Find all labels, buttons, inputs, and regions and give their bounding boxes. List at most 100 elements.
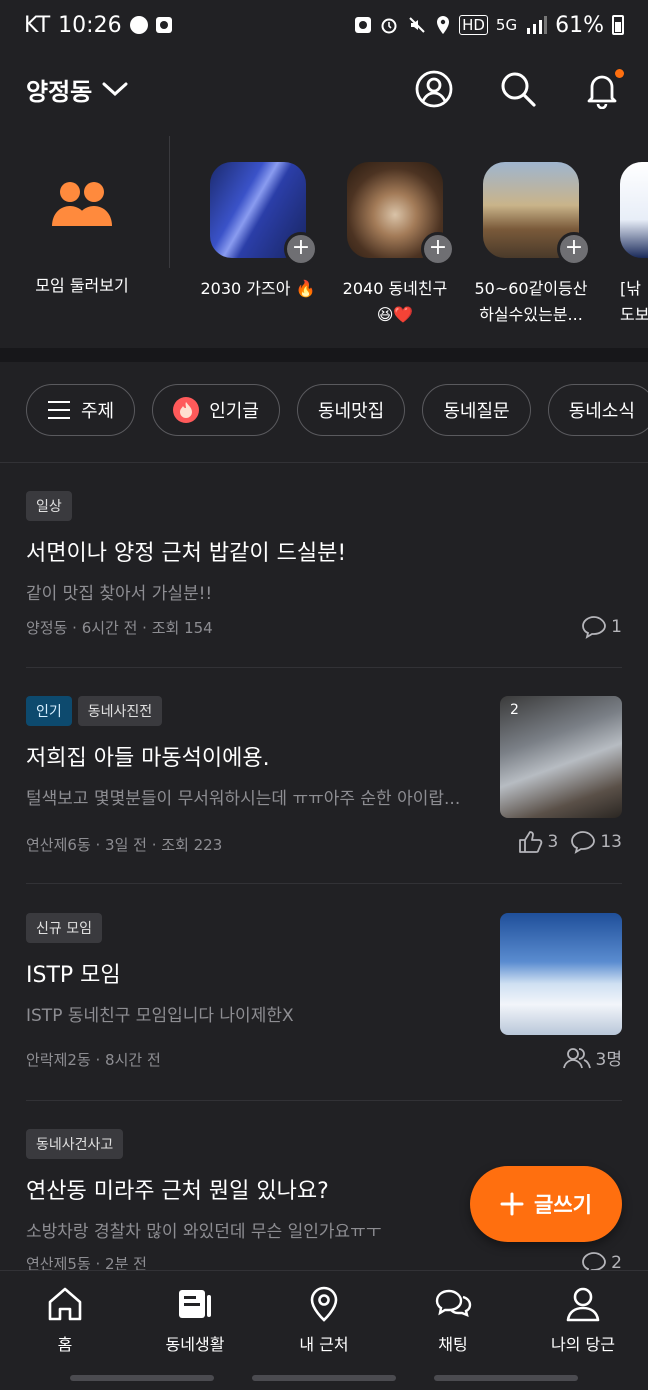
group-name: [낚 도보 xyxy=(620,279,648,324)
nav-label: 채팅 xyxy=(438,1335,468,1354)
write-post-label: 글쓰기 xyxy=(534,1193,592,1217)
add-icon: + xyxy=(284,232,318,266)
carrier-label: KT xyxy=(24,12,51,38)
chip-news[interactable]: 동네소식 xyxy=(547,384,648,436)
profile-icon xyxy=(415,70,453,108)
menu-icon xyxy=(48,401,70,419)
group-name: 2040 동네친구 😆❤️ xyxy=(342,279,448,324)
location-icon xyxy=(437,16,450,34)
write-post-button[interactable]: 글쓰기 xyxy=(470,1166,622,1242)
post-item[interactable]: 신규 모임 ISTP 모임 ISTP 동네친구 모임입니다 나이제한X 안락제2… xyxy=(26,913,622,1070)
search-button[interactable] xyxy=(498,69,538,109)
network-label: 5G xyxy=(495,16,518,34)
thumbs-up-icon xyxy=(518,831,542,853)
group-thumbnail xyxy=(620,162,648,258)
comment-count: 13 xyxy=(570,830,622,854)
comment-count-value: 13 xyxy=(600,832,622,852)
comment-count: 1 xyxy=(581,615,622,639)
nav-community[interactable]: 동네생활 xyxy=(135,1285,255,1355)
browse-groups-button[interactable]: 모임 둘러보기 xyxy=(26,176,138,296)
comment-icon xyxy=(582,1252,607,1271)
gesture-bar xyxy=(70,1375,214,1381)
person-icon xyxy=(566,1287,600,1322)
newspaper-icon xyxy=(179,1290,211,1318)
comment-count-value: 1 xyxy=(611,617,622,637)
comment-icon xyxy=(571,831,596,854)
notification-dot xyxy=(615,69,624,78)
nav-nearby[interactable]: 내 근처 xyxy=(264,1285,384,1355)
post-meta: 연산제5동 · 2분 전 xyxy=(26,1255,147,1271)
nav-label: 나의 당근 xyxy=(551,1335,615,1354)
group-name: 50~60같이등산 하실수있는분... xyxy=(474,279,588,324)
member-count-value: 3명 xyxy=(595,1050,622,1070)
chip-popular[interactable]: 인기글 xyxy=(152,384,280,436)
hd-badge: HD xyxy=(459,15,488,35)
gesture-bar xyxy=(434,1375,578,1381)
notification-button[interactable] xyxy=(582,69,624,110)
divider xyxy=(26,667,622,668)
post-item[interactable]: 일상 서면이나 양정 근처 밥같이 드실분! 같이 맛집 찾아서 가실분!! 양… xyxy=(26,491,622,641)
post-title: 서면이나 양정 근처 밥같이 드실분! xyxy=(26,541,347,566)
nav-my-profile[interactable]: 나의 당근 xyxy=(523,1285,643,1355)
group-thumbnail: + xyxy=(347,162,455,266)
post-title: 저희집 아들 마동석이에용. xyxy=(26,746,270,771)
group-item[interactable]: + 2040 동네친구 😆❤️ xyxy=(330,162,460,328)
browse-groups-label: 모임 둘러보기 xyxy=(35,276,129,295)
nav-label: 홈 xyxy=(57,1335,73,1354)
signal-icon xyxy=(527,16,548,34)
post-meta: 안락제2동 · 8시간 전 xyxy=(26,1051,161,1069)
chip-label: 동네소식 xyxy=(568,401,635,422)
chip-topic[interactable]: 주제 xyxy=(26,384,136,436)
chip-questions[interactable]: 동네질문 xyxy=(422,384,531,436)
chip-restaurants[interactable]: 동네맛집 xyxy=(297,384,406,436)
topic-tag: 동네사진전 xyxy=(77,696,163,726)
chip-label: 동네맛집 xyxy=(318,401,385,422)
group-item[interactable]: [낚 도보 xyxy=(604,162,648,328)
topic-tag: 일상 xyxy=(26,491,72,521)
post-body: 털색보고 몇몇분들이 무서워하시는데 ㅠㅠ아주 순한 아이랍... xyxy=(26,789,461,809)
bottom-navigation: 홈 동네생활 내 근처 채팅 나의 당근 xyxy=(0,1270,648,1390)
like-count-value: 3 xyxy=(547,832,559,852)
divider xyxy=(26,883,622,884)
clock: 10:26 xyxy=(58,12,122,38)
profile-button[interactable] xyxy=(414,69,454,109)
popular-tag: 인기 xyxy=(26,696,72,726)
group-thumbnail: + xyxy=(210,162,318,266)
image-count: 2 xyxy=(510,702,519,718)
members-icon xyxy=(562,1047,591,1068)
post-title: ISTP 모임 xyxy=(26,963,121,988)
post-meta: 양정동 · 6시간 전 · 조회 154 xyxy=(26,619,213,637)
post-image: 2 xyxy=(500,696,622,818)
post-item[interactable]: 인기 동네사진전 저희집 아들 마동석이에용. 털색보고 몇몇분들이 무서워하시… xyxy=(26,696,622,854)
vpn-icon xyxy=(355,17,372,33)
alarm-icon xyxy=(381,18,397,34)
chat-icon xyxy=(435,1289,472,1317)
comment-count-value: 2 xyxy=(611,1253,622,1271)
location-selector[interactable]: 양정동 xyxy=(26,72,128,107)
mute-icon xyxy=(409,17,425,33)
category-chips: 주제 인기글 동네맛집 동네질문 동네소식 xyxy=(0,384,648,438)
group-people-icon xyxy=(52,182,112,226)
nav-chat[interactable]: 채팅 xyxy=(393,1285,513,1355)
topic-tag: 신규 모임 xyxy=(26,913,102,943)
post-feed: 일상 서면이나 양정 근처 밥같이 드실분! 같이 맛집 찾아서 가실분!! 양… xyxy=(0,463,648,1271)
camera-notification-icon xyxy=(155,17,172,33)
top-app-bar: 양정동 xyxy=(0,50,648,128)
group-item[interactable]: + 2030 가즈아 🔥 xyxy=(193,162,323,302)
location-pin-icon xyxy=(310,1286,338,1322)
group-thumbnail: + xyxy=(483,162,591,266)
post-body: ISTP 동네친구 모임입니다 나이제한X xyxy=(26,1006,294,1026)
group-item[interactable]: + 50~60같이등산 하실수있는분... xyxy=(466,162,596,328)
post-meta: 연산제6동 · 3일 전 · 조회 223 xyxy=(26,836,223,854)
fire-icon xyxy=(173,397,200,423)
search-icon xyxy=(501,72,536,107)
group-name: 2030 가즈아 🔥 xyxy=(200,279,316,298)
comment-count: 2 xyxy=(581,1251,622,1271)
home-icon xyxy=(48,1287,82,1321)
like-count: 3 xyxy=(518,830,559,854)
member-count: 3명 xyxy=(562,1045,622,1070)
nav-label: 내 근처 xyxy=(299,1335,349,1354)
post-body: 같이 맛집 찾아서 가실분!! xyxy=(26,584,213,604)
gesture-bar xyxy=(252,1375,396,1381)
nav-home[interactable]: 홈 xyxy=(5,1285,125,1355)
